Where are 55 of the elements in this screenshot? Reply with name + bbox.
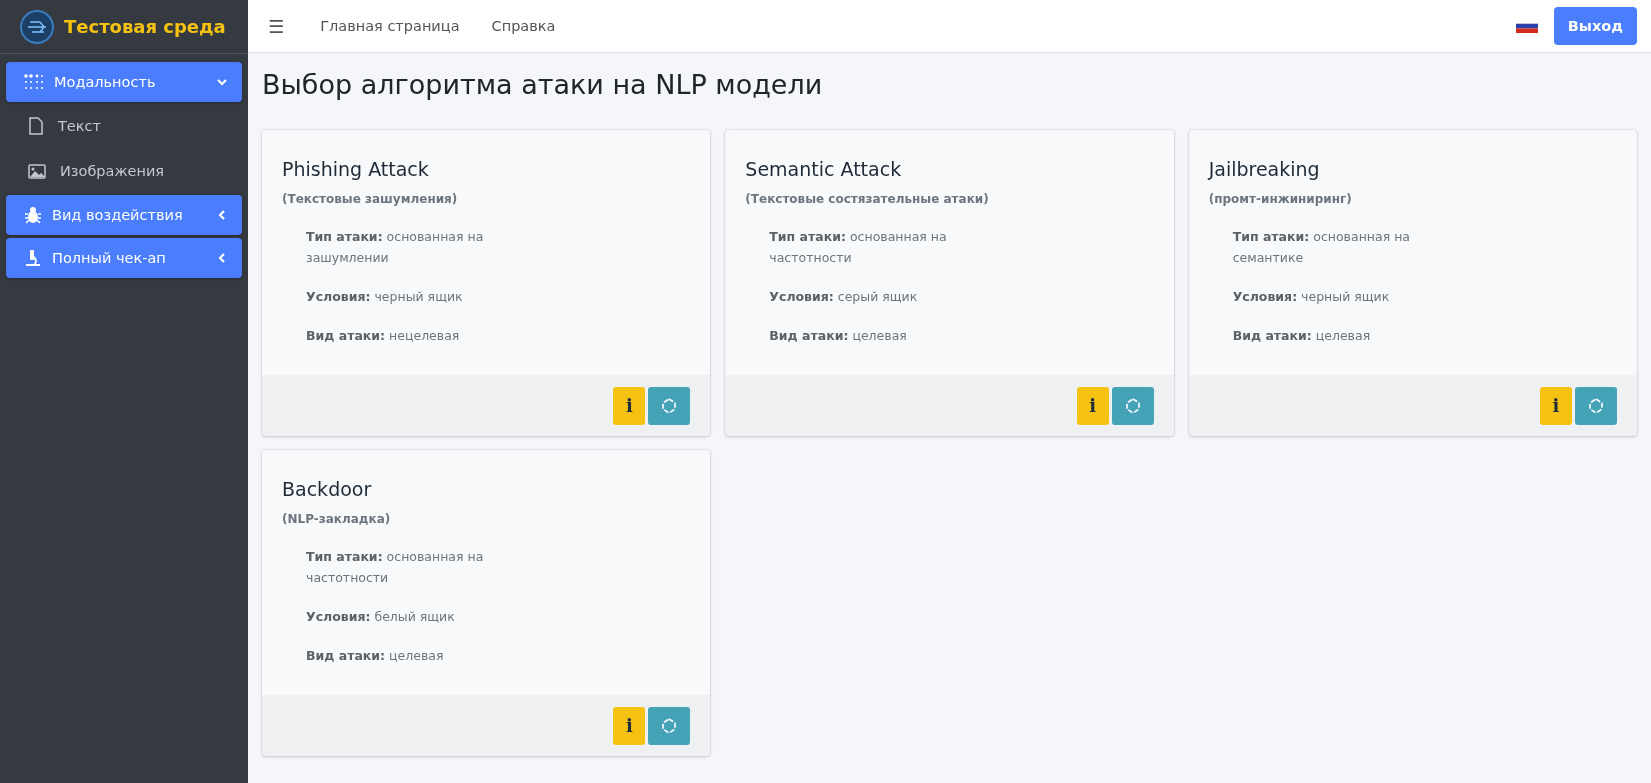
attack-property: Условия: черный ящик (306, 288, 464, 306)
card-subtitle: (Текстовые зашумления) (282, 192, 459, 206)
octagon-icon (1123, 396, 1142, 415)
attack-property: Вид атаки: целевая (306, 647, 445, 665)
card-subtitle: (промт-инжиниринг) (1208, 192, 1353, 206)
attack-property: Тип атаки: основанная на семантике (1232, 228, 1411, 267)
card-title: Backdoor (282, 478, 373, 500)
octagon-icon (1587, 396, 1605, 415)
card-title: Semantic Attack (745, 158, 903, 180)
nav-link[interactable]: Справка (475, 18, 572, 34)
card-subtitle: (NLP-закладка) (282, 512, 392, 526)
group-label: Вид воздействия (52, 207, 184, 223)
info-button[interactable]: i (1540, 386, 1572, 425)
image-icon (28, 163, 46, 179)
sidebar-group[interactable]: Полный чек-ап (6, 238, 242, 278)
run-button[interactable] (1575, 386, 1617, 425)
chevron-icon (216, 76, 228, 88)
attack-property: Вид атаки: целевая (1232, 327, 1372, 345)
card-title: Jailbreaking (1208, 158, 1321, 180)
group-label: Полный чек-ап (52, 250, 167, 266)
sidebar-item[interactable]: Текст (6, 105, 242, 147)
attack-property: Тип атаки: основанная на зашумлении (306, 228, 485, 267)
info-button[interactable]: i (1076, 386, 1109, 425)
run-button[interactable] (1111, 386, 1154, 425)
sidebar-group[interactable]: Вид воздействия (6, 195, 242, 235)
attack-property: Условия: белый ящик (306, 608, 456, 626)
attack-property: Тип атаки: основанная на частотности (306, 548, 485, 587)
attack-property: Тип атаки: основанная на частотности (769, 228, 948, 267)
logo-icon (20, 9, 54, 44)
octagon-icon (660, 716, 679, 735)
bug-icon (24, 206, 42, 224)
card-title: Phishing Attack (282, 158, 430, 180)
sidebar-item[interactable]: Изображения (6, 150, 242, 192)
chevron-icon (216, 252, 228, 264)
octagon-icon (660, 396, 679, 415)
chevron-icon (216, 209, 228, 221)
logout-button[interactable]: Выход (1553, 7, 1637, 45)
attack-property: Условия: черный ящик (1232, 288, 1391, 306)
page-title: Выбор алгоритма атаки на NLP модели (262, 69, 824, 100)
sidebar-group[interactable]: Модальность (6, 62, 242, 102)
run-button[interactable] (648, 706, 691, 745)
info-button[interactable]: i (613, 706, 646, 745)
nav-link[interactable]: Главная страница (304, 18, 476, 34)
microscope-icon (24, 249, 42, 267)
card-subtitle: (Текстовые состязательные атаки) (745, 192, 990, 206)
dots-icon (24, 74, 44, 90)
attack-property: Вид атаки: целевая (769, 327, 908, 345)
info-button[interactable]: i (613, 386, 646, 425)
group-label: Модальность (54, 74, 157, 90)
brand-title: Тестовая среда (64, 16, 226, 37)
document-icon (28, 117, 44, 135)
menu-icon[interactable]: ☰ (268, 15, 285, 37)
run-button[interactable] (648, 386, 691, 425)
attack-property: Условия: серый ящик (769, 288, 919, 306)
attack-property: Вид атаки: нецелевая (306, 327, 461, 345)
